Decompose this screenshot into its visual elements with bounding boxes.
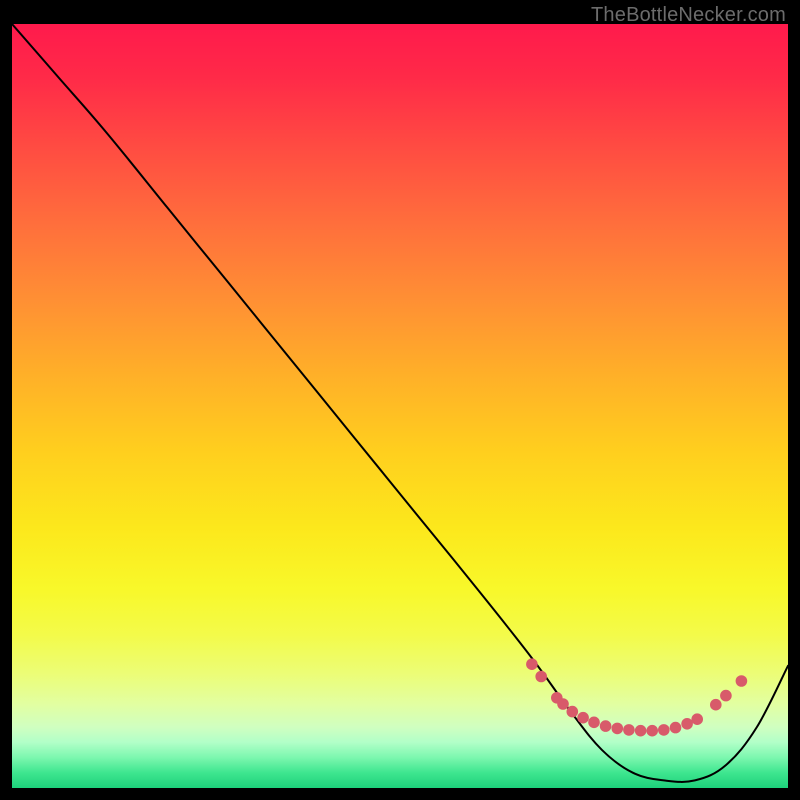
curve-marker [612,723,624,735]
curve-marker [691,713,703,725]
curve-marker [670,722,682,734]
curve-marker [720,690,732,702]
chart-plot-area [12,24,788,788]
curve-marker [577,712,589,724]
curve-marker [646,725,658,737]
curve-marker [710,699,722,711]
curve-marker [658,724,670,736]
chart-stage: TheBottleNecker.com [0,0,800,800]
curve-marker [623,724,635,736]
curve-marker [567,706,579,718]
curve-marker [736,675,748,687]
curve-marker [588,717,600,729]
chart-svg [12,24,788,788]
bottleneck-curve [12,24,788,782]
curve-marker [600,720,612,732]
curve-marker [526,658,538,670]
curve-marker [635,725,647,737]
marker-group [526,658,747,736]
curve-marker [681,718,693,730]
curve-marker [535,671,547,683]
curve-marker [557,698,569,710]
